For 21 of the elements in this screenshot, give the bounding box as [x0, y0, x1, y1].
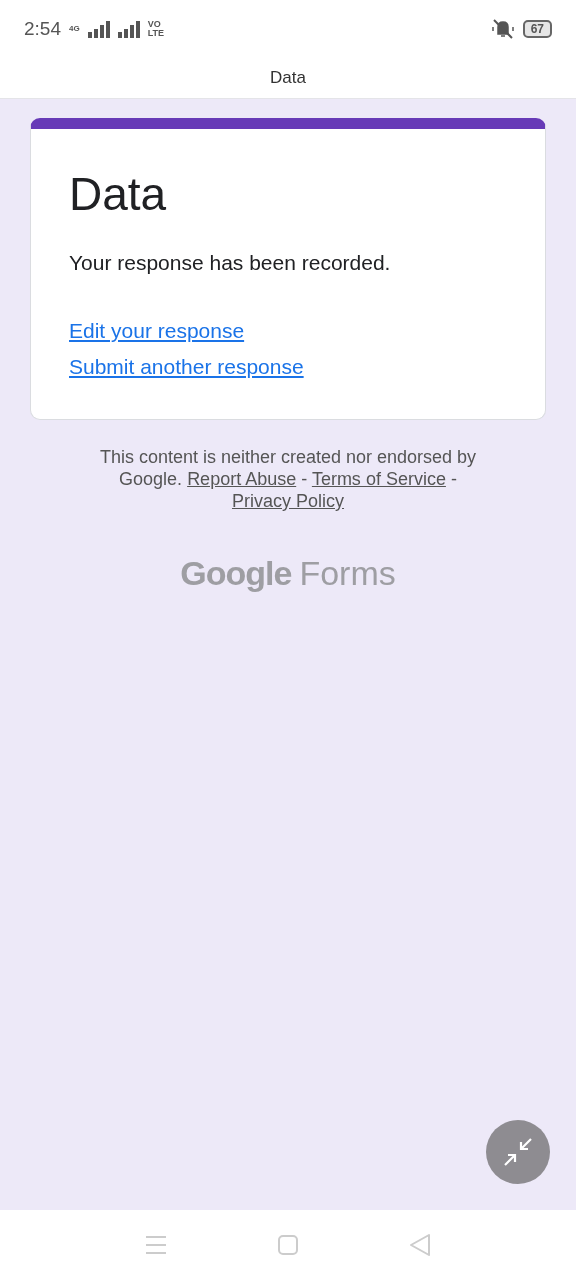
signal-icon	[87, 20, 110, 38]
footer-link[interactable]: Privacy Policy	[232, 491, 344, 511]
battery-level: 67	[522, 20, 552, 38]
home-icon[interactable]	[277, 1234, 299, 1256]
page-title: Data	[270, 68, 306, 88]
footer-link[interactable]: Terms of Service	[311, 469, 446, 489]
response-link[interactable]: Edit your response	[69, 319, 245, 343]
form-title: Data	[69, 167, 168, 221]
product-name: Forms	[299, 554, 396, 593]
footer-link[interactable]: Report Abuse	[187, 469, 297, 489]
brand-logo-text: Google	[180, 554, 292, 593]
signal-icon	[117, 20, 140, 38]
response-link[interactable]: Submit another response	[69, 355, 304, 379]
disclaimer-text: This content is neither created nor endorsed by Google. Report Abuse - Terms of Service - Privacy Policy	[98, 446, 478, 512]
back-icon[interactable]	[409, 1233, 431, 1257]
network-type-label: 4G	[69, 25, 80, 33]
status-time: 2:54	[24, 18, 61, 40]
menu-icon[interactable]	[145, 1235, 167, 1255]
volte-label: VO LTE	[147, 20, 164, 38]
confirmation-message: Your response has been recorded.	[69, 251, 392, 275]
muted-bell-icon	[490, 18, 515, 40]
